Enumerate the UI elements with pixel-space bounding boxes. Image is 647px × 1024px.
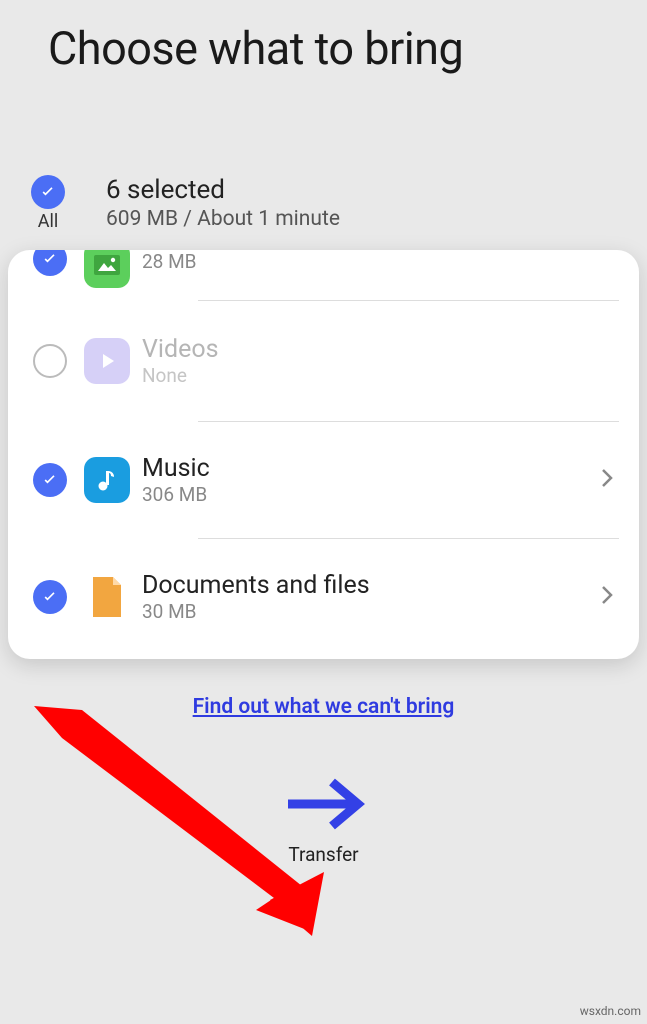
item-checkbox[interactable] [33,250,67,276]
selected-meta: 609 MB / About 1 minute [106,207,340,231]
item-checkbox[interactable] [33,580,67,614]
item-sub: 28 MB [142,250,601,273]
items-card: 28 MB Videos None [8,250,639,659]
item-checkbox[interactable] [33,463,67,497]
check-icon [40,470,60,490]
chevron-right-icon [601,466,615,494]
music-icon [84,457,130,503]
check-icon [40,250,60,269]
image-icon [84,250,130,288]
cant-bring-link[interactable]: Find out what we can't bring [193,695,455,719]
item-title: Music [142,454,601,483]
list-item[interactable]: Videos None [8,301,639,421]
all-label: All [38,211,59,232]
list-item[interactable]: Documents and files 30 MB [8,539,639,659]
item-sub: 30 MB [142,600,601,623]
item-title: Documents and files [142,571,601,600]
transfer-button[interactable] [282,775,366,837]
chevron-right-icon [601,583,615,611]
watermark: wsxdn.com [580,1004,641,1018]
selection-summary: All 6 selected 609 MB / About 1 minute [0,75,647,250]
list-item[interactable]: Music 306 MB [8,422,639,538]
list-item[interactable]: 28 MB [8,250,639,300]
video-icon [84,338,130,384]
page-title: Choose what to bring [0,0,647,75]
transfer-label: Transfer [288,843,358,866]
item-checkbox[interactable] [33,344,67,378]
check-icon [38,182,58,202]
selected-count: 6 selected [106,175,340,205]
check-icon [40,587,60,607]
document-icon [84,574,130,620]
item-sub: 306 MB [142,483,601,506]
chevron-right-icon [601,250,615,270]
item-sub: None [142,364,615,387]
item-title: Videos [142,335,615,364]
select-all-checkbox[interactable] [31,175,65,209]
